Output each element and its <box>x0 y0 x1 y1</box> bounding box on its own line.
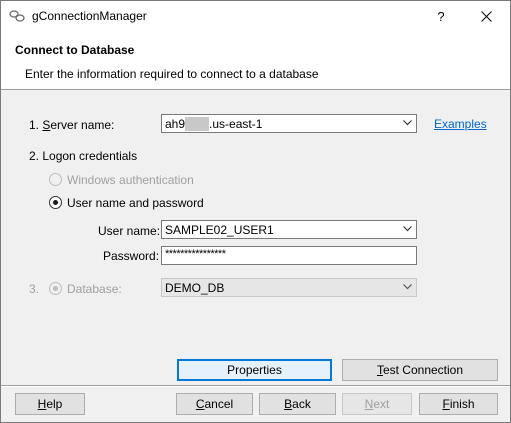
username-value: SAMPLE02_USER1 <box>165 223 274 237</box>
back-button-label: Back <box>284 397 311 411</box>
database-number: 3. <box>29 282 40 296</box>
window-title: gConnectionManager <box>32 9 147 23</box>
windows-auth-label: Windows authentication <box>67 173 194 187</box>
password-value: **************** <box>165 248 226 260</box>
radio-selected-dot <box>53 200 58 205</box>
help-button-label: Help <box>37 397 63 411</box>
logon-credentials-label: 2. Logon credentials <box>29 149 138 163</box>
help-icon: ? <box>437 9 445 24</box>
username-combobox[interactable]: SAMPLE02_USER1 <box>161 220 417 239</box>
page-title: Connect to Database <box>15 43 135 57</box>
server-name-value: ah9 .us-east-1 <box>165 116 263 131</box>
test-connection-button[interactable]: Test Connection <box>342 359 498 381</box>
examples-link[interactable]: Examples <box>434 117 487 131</box>
page-description: Enter the information required to connec… <box>25 67 319 81</box>
chevron-down-icon <box>403 284 412 290</box>
title-close-button[interactable] <box>464 1 508 32</box>
title-bar: gConnectionManager ? <box>1 1 510 32</box>
user-password-label: User name and password <box>67 196 204 210</box>
database-label: Database: <box>67 282 122 296</box>
app-connection-icon <box>9 10 25 22</box>
next-button-label: Next <box>364 397 390 411</box>
user-password-radio[interactable] <box>49 196 62 209</box>
password-label: Password: <box>103 249 160 263</box>
cancel-button-label: Cancel <box>195 397 234 411</box>
database-combobox[interactable]: DEMO_DB <box>161 278 417 297</box>
database-value: DEMO_DB <box>165 281 225 295</box>
test-connection-button-label: Test Connection <box>376 363 464 377</box>
next-button[interactable]: Next <box>342 393 412 415</box>
username-label: User name: <box>98 224 161 238</box>
footer-divider-highlight <box>1 386 510 387</box>
windows-auth-radio[interactable] <box>49 173 62 186</box>
close-icon <box>480 11 492 22</box>
connection-manager-window: gConnectionManager ? Connect to Database… <box>0 0 511 423</box>
cancel-button[interactable]: Cancel <box>176 393 253 415</box>
properties-button[interactable]: Properties <box>177 359 332 381</box>
server-name-label: 1. Server name: <box>29 118 115 132</box>
chevron-down-icon <box>403 120 412 126</box>
chevron-down-icon <box>403 226 412 232</box>
properties-button-label: Properties <box>227 363 282 377</box>
database-radio[interactable] <box>49 282 62 295</box>
password-field[interactable]: **************** <box>161 246 417 265</box>
finish-button-label: Finish <box>442 397 475 411</box>
radio-selected-dot <box>53 286 58 291</box>
finish-button[interactable]: Finish <box>419 393 498 415</box>
title-help-button[interactable]: ? <box>419 1 463 32</box>
redacted-block <box>185 116 210 131</box>
server-name-combobox[interactable]: ah9 .us-east-1 <box>161 114 417 133</box>
back-button[interactable]: Back <box>259 393 336 415</box>
help-button[interactable]: Help <box>15 393 85 415</box>
wizard-header: Connect to Database Enter the informatio… <box>1 32 510 90</box>
